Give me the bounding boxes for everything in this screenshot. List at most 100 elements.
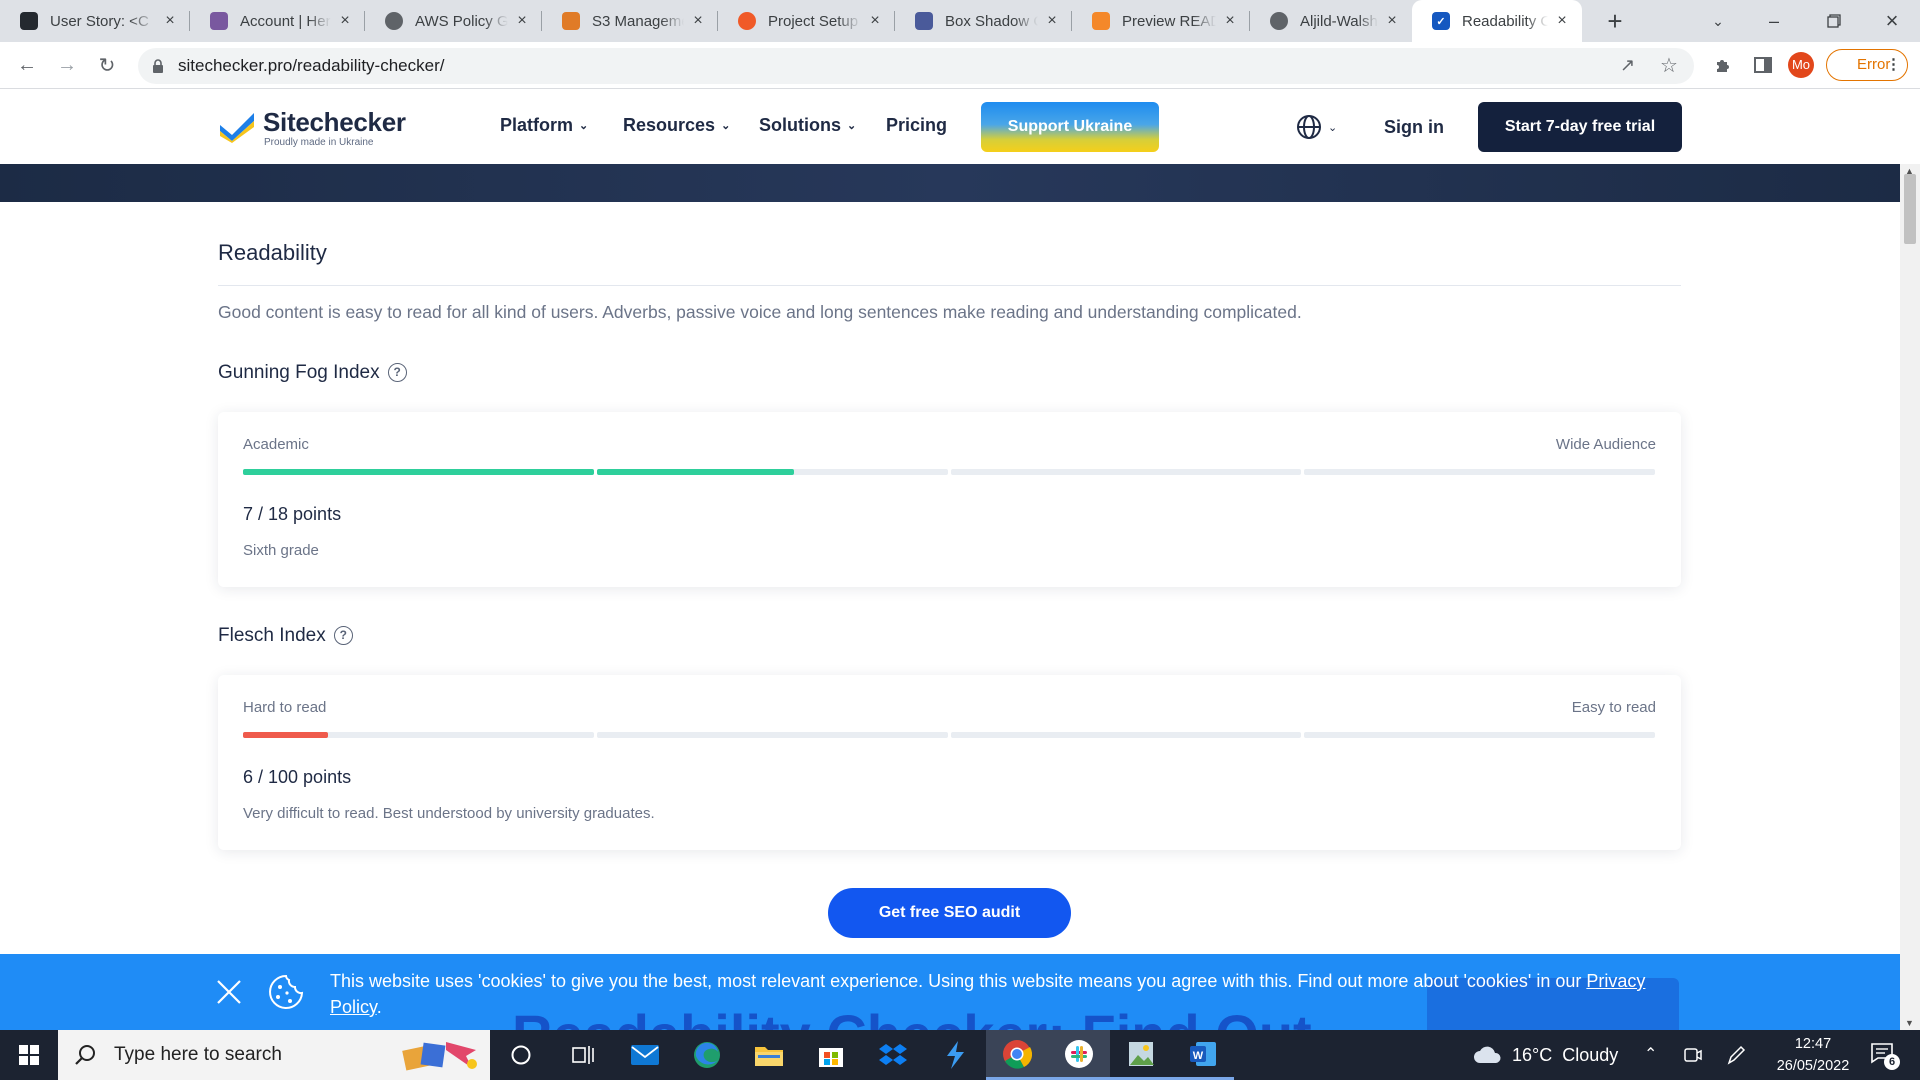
page-scrollbar[interactable]: ▲ ▼ bbox=[1900, 164, 1920, 1030]
search-icon bbox=[75, 1045, 95, 1065]
browser-tab[interactable]: AWS Policy Ge × bbox=[365, 0, 542, 42]
cookie-message: This website uses 'cookies' to give you … bbox=[330, 971, 1587, 991]
progress-fill bbox=[243, 469, 594, 475]
tab-close-icon[interactable]: × bbox=[514, 12, 530, 30]
scroll-thumb[interactable] bbox=[1904, 174, 1916, 244]
restore-button[interactable] bbox=[1806, 0, 1862, 42]
new-tab-button[interactable]: + bbox=[1600, 6, 1630, 36]
error-pill[interactable]: Error ⋮ bbox=[1826, 49, 1908, 81]
close-cookie-icon[interactable] bbox=[215, 978, 243, 1006]
scroll-down-arrow[interactable]: ▼ bbox=[1905, 1018, 1914, 1028]
flesch-heading: Flesch Index? bbox=[218, 625, 353, 647]
windows-start-button[interactable] bbox=[0, 1030, 58, 1080]
cookie-banner: Readability Checker: Find Out This websi… bbox=[0, 954, 1900, 1030]
clock-date: 26/05/2022 bbox=[1776, 1058, 1850, 1074]
logo-checkmark-icon bbox=[220, 113, 254, 143]
cloud-icon bbox=[1474, 1046, 1501, 1063]
chevron-down-icon: ⌄ bbox=[721, 120, 731, 132]
taskbar-search-box[interactable]: Type here to search bbox=[58, 1030, 490, 1080]
box-shadow-icon bbox=[915, 12, 933, 30]
browser-tab[interactable]: User Story: <C × bbox=[0, 0, 190, 42]
nav-link-platform[interactable]: Platform ⌄ bbox=[500, 115, 588, 136]
globe-icon bbox=[1270, 12, 1288, 30]
help-question-icon[interactable]: ? bbox=[387, 363, 407, 382]
extensions-icon[interactable] bbox=[1708, 50, 1738, 80]
browser-tab[interactable]: Aljild-Walshie × bbox=[1250, 0, 1412, 42]
lock-icon[interactable] bbox=[152, 59, 164, 78]
tab-close-icon[interactable]: × bbox=[337, 12, 353, 30]
bookmark-star-icon[interactable]: ☆ bbox=[1660, 53, 1678, 78]
progress-segment bbox=[1304, 732, 1655, 738]
edge-icon[interactable] bbox=[676, 1030, 738, 1080]
clock[interactable]: 12:47 26/05/2022 bbox=[1768, 1033, 1858, 1077]
reload-icon[interactable]: ↻ bbox=[92, 50, 122, 80]
minimize-button[interactable]: – bbox=[1746, 0, 1802, 42]
help-question-icon[interactable]: ? bbox=[333, 626, 353, 645]
browser-tab[interactable]: Project Setup × bbox=[718, 0, 895, 42]
browser-tab[interactable]: Preview READ × bbox=[1072, 0, 1250, 42]
globe-icon bbox=[385, 12, 403, 30]
browser-tab[interactable]: S3 Manageme × bbox=[542, 0, 718, 42]
forward-icon[interactable]: → bbox=[52, 50, 82, 80]
menu-kebab-icon[interactable]: ⋮ bbox=[1886, 50, 1901, 79]
task-view-icon[interactable] bbox=[552, 1030, 614, 1080]
image-viewer-icon[interactable] bbox=[1110, 1030, 1172, 1080]
chrome-icon[interactable] bbox=[986, 1030, 1048, 1080]
browser-tab[interactable]: ✓ Readability Ch × bbox=[1412, 0, 1582, 42]
tab-close-icon[interactable]: × bbox=[1222, 12, 1238, 30]
support-ukraine-label: Support Ukraine bbox=[1007, 118, 1133, 135]
project-icon bbox=[738, 12, 756, 30]
get-seo-audit-button[interactable]: Get free SEO audit bbox=[828, 888, 1071, 938]
pen-icon[interactable] bbox=[1726, 1044, 1746, 1071]
start-trial-button[interactable]: Start 7-day free trial bbox=[1478, 102, 1682, 152]
language-selector[interactable]: ⌄ bbox=[1296, 114, 1344, 140]
section-divider bbox=[218, 285, 1681, 286]
cortana-icon[interactable] bbox=[490, 1030, 552, 1080]
side-panel-icon[interactable] bbox=[1748, 50, 1778, 80]
mail-icon[interactable] bbox=[614, 1030, 676, 1080]
vscode-icon[interactable] bbox=[924, 1030, 986, 1080]
profile-avatar[interactable]: Mo bbox=[1788, 52, 1814, 78]
tab-close-icon[interactable]: × bbox=[690, 12, 706, 30]
notification-center-icon[interactable]: 6 bbox=[1870, 1042, 1900, 1070]
meet-now-icon[interactable] bbox=[1682, 1045, 1702, 1070]
nav-link-label: Solutions bbox=[759, 115, 841, 135]
nav-link-resources[interactable]: Resources ⌄ bbox=[623, 115, 730, 136]
gunning-fog-card: Academic Wide Audience 7 / 18 points Six… bbox=[218, 412, 1681, 587]
url-text[interactable]: sitechecker.pro/readability-checker/ bbox=[178, 56, 444, 76]
tab-title: Account | Her bbox=[240, 12, 331, 30]
nav-link-solutions[interactable]: Solutions ⌄ bbox=[759, 115, 856, 136]
browser-tab[interactable]: Box Shadow C × bbox=[895, 0, 1072, 42]
sitechecker-icon: ✓ bbox=[1432, 12, 1450, 30]
close-window-button[interactable]: × bbox=[1864, 0, 1920, 42]
progress-fill bbox=[596, 469, 794, 475]
tab-close-icon[interactable]: × bbox=[162, 12, 178, 30]
weather-widget[interactable]: 16°C Cloudy bbox=[1472, 1030, 1618, 1080]
address-bar[interactable]: sitechecker.pro/readability-checker/ ↗ ☆ bbox=[138, 48, 1694, 84]
nav-link-label: Pricing bbox=[886, 115, 948, 135]
gunning-left-label: Academic bbox=[243, 436, 309, 453]
share-icon[interactable]: ↗ bbox=[1620, 55, 1635, 76]
tab-search-icon[interactable]: ⌄ bbox=[1690, 0, 1746, 42]
dropbox-icon[interactable] bbox=[862, 1030, 924, 1080]
tab-close-icon[interactable]: × bbox=[1044, 12, 1060, 30]
show-hidden-icons[interactable]: ⌃ bbox=[1644, 1044, 1657, 1064]
support-ukraine-button[interactable]: Support Ukraine bbox=[981, 102, 1159, 152]
sign-in-link[interactable]: Sign in bbox=[1384, 117, 1444, 138]
logo-name: Sitechecker bbox=[263, 107, 406, 137]
tab-close-icon[interactable]: × bbox=[867, 12, 883, 30]
microsoft-store-icon[interactable] bbox=[800, 1030, 862, 1080]
svg-text:W: W bbox=[1193, 1050, 1204, 1062]
chevron-down-icon: ⌄ bbox=[847, 120, 857, 132]
browser-tab[interactable]: Account | Her × bbox=[190, 0, 365, 42]
back-icon[interactable]: ← bbox=[12, 50, 42, 80]
cookie-text: This website uses 'cookies' to give you … bbox=[330, 968, 1700, 1020]
word-icon[interactable]: W bbox=[1172, 1030, 1234, 1080]
file-explorer-icon[interactable] bbox=[738, 1030, 800, 1080]
tab-close-icon[interactable]: × bbox=[1384, 12, 1400, 30]
search-placeholder: Type here to search bbox=[114, 1044, 282, 1065]
tab-close-icon[interactable]: × bbox=[1554, 12, 1570, 30]
sitechecker-logo[interactable]: Sitechecker Proudly made in Ukraine bbox=[218, 105, 428, 149]
slack-icon[interactable] bbox=[1048, 1030, 1110, 1080]
nav-link-pricing[interactable]: Pricing bbox=[886, 115, 947, 136]
